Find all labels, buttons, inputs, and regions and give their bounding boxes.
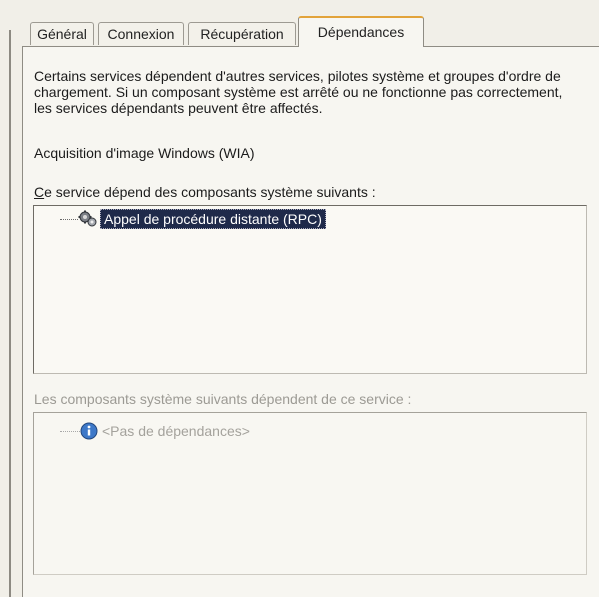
dependents-tree[interactable]: <Pas de dépendances> — [33, 412, 587, 575]
service-properties-window: Général Connexion Récupération Dépendanc… — [0, 0, 599, 597]
tab-connexion[interactable]: Connexion — [98, 22, 184, 45]
depends-on-accel-key: C — [34, 184, 45, 200]
tab-recuperation[interactable]: Récupération — [188, 22, 296, 45]
tab-general[interactable]: Général — [30, 22, 94, 45]
tree-item-rpc-label[interactable]: Appel de procédure distante (RPC) — [100, 209, 326, 229]
dependencies-description: Certains services dépendent d'autres ser… — [34, 68, 563, 116]
tree-connector — [60, 431, 82, 432]
tree-connector — [60, 219, 78, 220]
service-name: Acquisition d'image Windows (WIA) — [34, 145, 255, 161]
no-dependencies-label: <Pas de dépendances> — [102, 423, 250, 439]
depends-on-label-text: e service dépend des composants système … — [44, 184, 376, 200]
window-left-edge — [9, 30, 11, 597]
tree-item-rpc[interactable]: Appel de procédure distante (RPC) — [78, 209, 326, 229]
tab-dependances[interactable]: Dépendances — [298, 16, 424, 47]
tree-item-no-dependencies: <Pas de dépendances> — [80, 421, 250, 441]
gear-icon — [78, 210, 97, 227]
depends-on-label: Ce service dépend des composants système… — [34, 184, 376, 200]
info-icon — [80, 422, 98, 440]
dependents-label: Les composants système suivants dépenden… — [34, 391, 412, 407]
depends-on-tree[interactable]: Appel de procédure distante (RPC) — [33, 205, 587, 374]
